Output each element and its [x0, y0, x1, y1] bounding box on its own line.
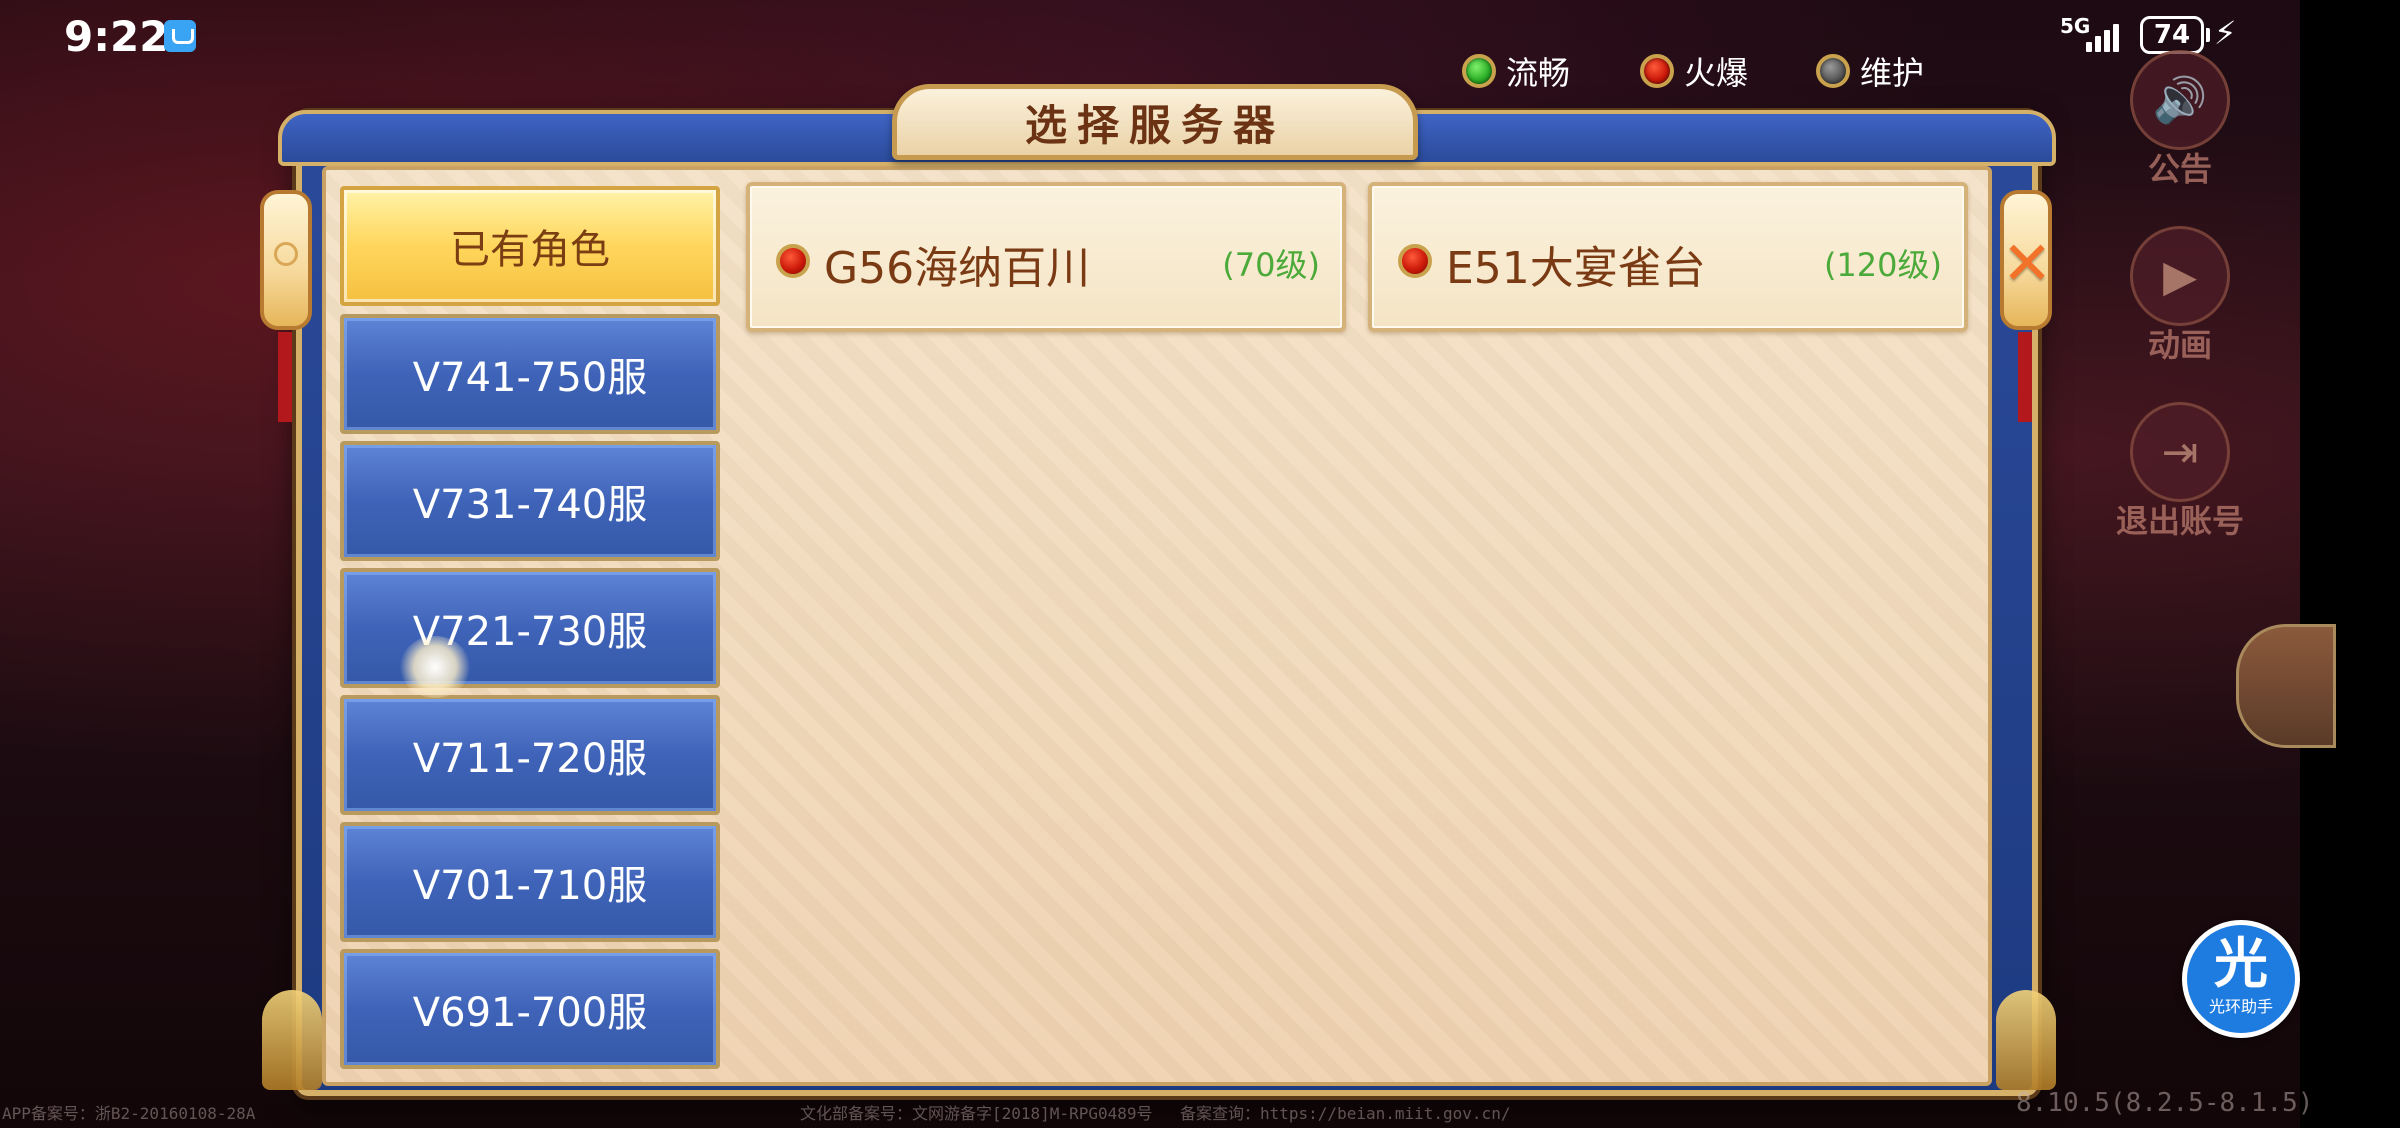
dragon-right-icon [1996, 990, 2056, 1090]
avatar[interactable] [2236, 624, 2336, 748]
battery-level: 74 [2140, 16, 2204, 54]
tassel-right [2018, 332, 2032, 422]
tab-v721-730[interactable]: V721-730服 [340, 568, 720, 688]
assistant-button[interactable]: 光 光环助手 [2182, 920, 2300, 1038]
tassel-left [278, 332, 292, 422]
sparkle-effect [400, 636, 470, 698]
signal-icon [2086, 18, 2126, 52]
server-level: (120级) [1823, 246, 1942, 284]
dialog-title: 选择服务器 [1024, 100, 1285, 150]
status-time: 9:22 [64, 12, 169, 61]
server-name: G56海纳百川 [824, 243, 1091, 294]
legend-smooth: 流畅 [1462, 48, 1570, 94]
logout-button[interactable]: ⇥ 退出账号 [2110, 402, 2250, 542]
green-status-icon [1462, 54, 1496, 88]
tab-existing-characters[interactable]: 已有角色 [340, 186, 720, 306]
lantern-left-icon [260, 190, 312, 330]
speaker-icon: 🔊 [2130, 50, 2230, 150]
battery-icon [2206, 28, 2210, 42]
gray-status-icon [1816, 54, 1850, 88]
assistant-label: 光环助手 [2208, 997, 2273, 1016]
server-card-e51[interactable]: E51大宴雀台 (120级) [1368, 182, 1968, 332]
tab-v711-720[interactable]: V711-720服 [340, 695, 720, 815]
server-card-g56[interactable]: G56海纳百川 (70级) [746, 182, 1346, 332]
dialog-title-plate: 选择服务器 [892, 84, 1418, 160]
screen-edge [2300, 0, 2400, 1128]
tab-v691-700[interactable]: V691-700服 [340, 949, 720, 1069]
assistant-logo-icon: 光 [2214, 932, 2268, 995]
hot-status-icon [776, 244, 810, 278]
charging-icon: ⚡ [2214, 14, 2237, 52]
announcement-button[interactable]: 🔊 公告 [2110, 50, 2250, 190]
close-icon[interactable]: ✕ [2002, 234, 2052, 294]
record-query-text: 备案查询：https://beian.miit.gov.cn/ [1180, 1104, 1511, 1123]
logout-icon: ⇥ [2130, 402, 2230, 502]
red-status-icon [1640, 54, 1674, 88]
animation-button[interactable]: ▶ 动画 [2110, 226, 2250, 366]
play-icon: ▶ [2130, 226, 2230, 326]
culture-record-text: 文化部备案号：文网游备字[2018]M-RPG0489号 [800, 1104, 1153, 1123]
notification-app-icon [164, 20, 196, 52]
tab-v731-740[interactable]: V731-740服 [340, 441, 720, 561]
tab-v701-710[interactable]: V701-710服 [340, 822, 720, 942]
server-name: E51大宴雀台 [1446, 243, 1706, 294]
dragon-left-icon [262, 990, 322, 1090]
tab-v741-750[interactable]: V741-750服 [340, 314, 720, 434]
app-record-text: APP备案号：浙B2-20160108-28A [2, 1104, 256, 1123]
legend-maintenance: 维护 [1816, 48, 1924, 94]
server-level: (70级) [1222, 246, 1320, 284]
legend-hot: 火爆 [1640, 48, 1748, 94]
version-text: 8.10.5(8.2.5-8.1.5) [2016, 1088, 2314, 1118]
hot-status-icon [1398, 244, 1432, 278]
